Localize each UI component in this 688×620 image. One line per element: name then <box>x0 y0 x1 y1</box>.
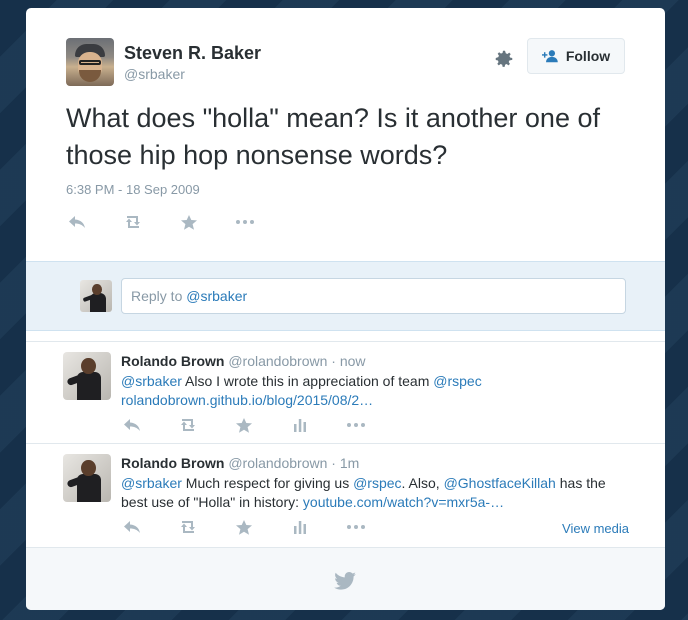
reply-separator: · <box>327 353 340 369</box>
retweet-icon[interactable] <box>122 213 144 231</box>
gear-icon[interactable] <box>493 48 515 70</box>
view-media-link[interactable]: View media <box>562 521 629 536</box>
more-icon[interactable] <box>234 213 256 231</box>
favorite-icon[interactable] <box>233 416 255 434</box>
reply-author-name[interactable]: Rolando Brown <box>121 353 224 369</box>
analytics-icon[interactable] <box>289 518 311 536</box>
twitter-bird-icon[interactable] <box>334 572 356 590</box>
url-link[interactable]: rolandobrown.github.io/blog/2015/08/2… <box>121 392 373 408</box>
reply-time[interactable]: 1m <box>340 455 359 471</box>
reply-text: @srbaker Much respect for giving us @rsp… <box>121 474 636 512</box>
author-avatar[interactable] <box>66 38 114 86</box>
reply-author-handle[interactable]: @rolandobrown <box>228 455 327 471</box>
url-link[interactable]: youtube.com/watch?v=mxr5a-… <box>303 494 504 510</box>
more-icon[interactable] <box>345 416 367 434</box>
reply-actions <box>121 416 367 434</box>
reply-avatar[interactable] <box>63 352 111 400</box>
reply-separator: · <box>327 455 340 471</box>
tweet-header: Steven R. Baker @srbaker Follow <box>66 38 625 88</box>
reply-icon[interactable] <box>121 518 143 536</box>
reply-time[interactable]: now <box>340 353 366 369</box>
follow-label: Follow <box>565 48 611 64</box>
reply-tweet[interactable]: Rolando Brown @rolandobrown · now @srbak… <box>26 341 665 444</box>
reply-icon[interactable] <box>66 213 88 231</box>
reply-text-part: . Also, <box>401 475 444 491</box>
author-handle[interactable]: @srbaker <box>124 66 185 82</box>
reply-actions <box>121 518 367 536</box>
mention-link[interactable]: @srbaker <box>121 475 182 491</box>
reply-composer: Reply to @srbaker <box>26 261 665 331</box>
reply-input[interactable]: Reply to @srbaker <box>121 278 626 314</box>
tweet-actions <box>66 212 256 232</box>
tweet-timestamp[interactable]: 6:38 PM - 18 Sep 2009 <box>66 182 200 197</box>
card-footer <box>26 548 665 610</box>
favorite-icon[interactable] <box>233 518 255 536</box>
mention-link[interactable]: @GhostfaceKillah <box>444 475 556 491</box>
reply-author-handle[interactable]: @rolandobrown <box>228 353 327 369</box>
retweet-icon[interactable] <box>177 518 199 536</box>
favorite-icon[interactable] <box>178 213 200 231</box>
tweet-card: Steven R. Baker @srbaker Follow What doe… <box>26 8 665 610</box>
reply-prefix: Reply to <box>131 288 187 304</box>
retweet-icon[interactable] <box>177 416 199 434</box>
tweet-text: What does "holla" mean? Is it another on… <box>66 103 600 170</box>
mention-link[interactable]: @rspec <box>353 475 401 491</box>
reply-author-name[interactable]: Rolando Brown <box>121 455 224 471</box>
my-avatar <box>80 280 112 312</box>
add-user-icon <box>541 50 558 63</box>
mention-link[interactable]: @srbaker <box>121 373 182 389</box>
reply-header: Rolando Brown @rolandobrown · 1m <box>121 455 359 471</box>
follow-button[interactable]: Follow <box>527 38 625 74</box>
reply-text: @srbaker Also I wrote this in appreciati… <box>121 372 636 410</box>
reply-text-part: Also I wrote this in appreciation of tea… <box>181 373 434 389</box>
reply-icon[interactable] <box>121 416 143 434</box>
analytics-icon[interactable] <box>289 416 311 434</box>
reply-mention: @srbaker <box>186 288 248 304</box>
reply-avatar[interactable] <box>63 454 111 502</box>
author-name[interactable]: Steven R. Baker <box>124 43 261 64</box>
reply-text-part: Much respect for giving us <box>181 475 354 491</box>
mention-link[interactable]: @rspec <box>433 373 481 389</box>
reply-header: Rolando Brown @rolandobrown · now <box>121 353 366 369</box>
more-icon[interactable] <box>345 518 367 536</box>
reply-tweet[interactable]: Rolando Brown @rolandobrown · 1m @srbake… <box>26 444 665 548</box>
